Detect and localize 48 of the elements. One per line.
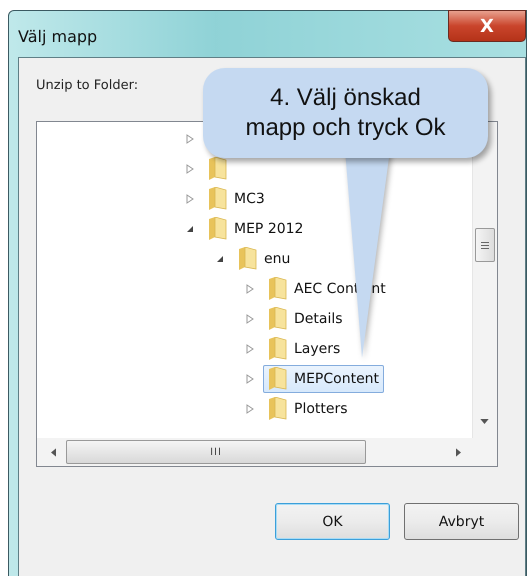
folder-icon	[266, 367, 288, 391]
grip-text: III	[210, 446, 222, 458]
expand-triangle-icon[interactable]	[245, 404, 255, 414]
tree-item[interactable]: Plotters	[263, 395, 353, 423]
tree-item[interactable]: Details	[263, 305, 348, 333]
collapse-triangle-icon[interactable]	[185, 224, 195, 234]
folder-icon	[266, 277, 288, 301]
folder-name: MC3	[234, 191, 265, 207]
folder-name: nt	[371, 281, 386, 297]
window-title: Välj mapp	[18, 27, 98, 46]
expand-triangle-icon[interactable]	[185, 164, 195, 174]
dialog-button[interactable]: OK	[275, 503, 390, 540]
expand-triangle-icon[interactable]	[245, 284, 255, 294]
scrollbar-thumb[interactable]: III	[66, 440, 366, 464]
expand-triangle-icon[interactable]	[185, 134, 195, 144]
folder-name: MEPContent	[294, 371, 380, 387]
tree-item[interactable]: enu	[233, 245, 296, 273]
tree-item[interactable]: MEP 2012	[203, 215, 308, 243]
expand-triangle-icon[interactable]	[245, 374, 255, 384]
folder-icon	[206, 217, 228, 241]
folder-icon	[206, 187, 228, 211]
expand-triangle-icon[interactable]	[245, 314, 255, 324]
close-button[interactable]: X	[448, 10, 526, 42]
folder-label: Unzip to Folder:	[36, 78, 138, 93]
folder-name: MEP 2012	[234, 221, 304, 237]
scroll-right-arrow-icon[interactable]	[456, 448, 461, 456]
tree-item[interactable]: MEPContent	[263, 365, 384, 393]
expand-triangle-icon[interactable]	[245, 344, 255, 354]
folder-icon	[266, 307, 288, 331]
dialog-button[interactable]: Avbryt	[404, 503, 519, 540]
horizontal-scrollbar[interactable]: III	[37, 438, 497, 466]
folder-icon	[266, 337, 288, 361]
folder-icon	[236, 247, 258, 271]
folder-name: enu	[264, 251, 290, 267]
folder-name: Plotters	[294, 401, 348, 417]
tree-item[interactable]: MC3	[203, 185, 270, 213]
collapse-triangle-icon[interactable]	[215, 254, 225, 264]
folder-icon	[206, 157, 228, 181]
scroll-down-arrow-icon[interactable]	[480, 419, 489, 424]
callout-text: 4. Välj önskad	[270, 83, 421, 113]
folder-name: Details	[294, 311, 343, 327]
expand-triangle-icon[interactable]	[185, 194, 195, 204]
folder-icon	[266, 397, 288, 421]
tree-item[interactable]: Layers	[263, 335, 346, 363]
grip-lines-icon	[481, 242, 489, 248]
callout-text: mapp och tryck Ok	[245, 113, 446, 143]
scroll-left-arrow-icon[interactable]	[51, 448, 56, 456]
folder-name: Layers	[294, 341, 340, 357]
